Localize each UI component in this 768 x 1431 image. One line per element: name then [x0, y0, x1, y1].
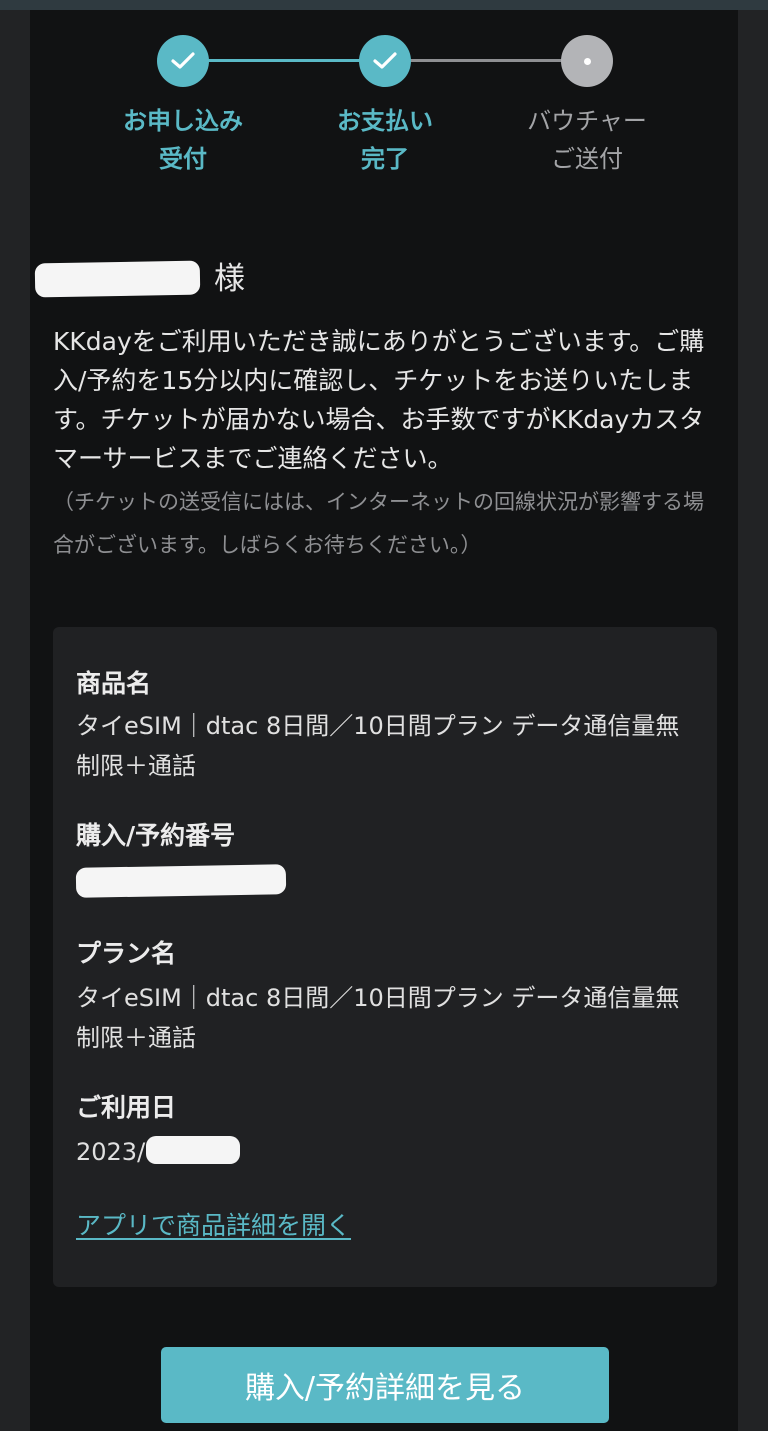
step-1-label: お申し込み 受付 — [83, 102, 283, 178]
step-1-indicator — [157, 35, 209, 87]
plan-name-label: プラン名 — [76, 939, 177, 968]
step-2-label-line1: お支払い — [337, 107, 433, 135]
step-3-label: バウチャー ご送付 — [487, 102, 687, 178]
order-number-label: 購入/予約番号 — [76, 821, 236, 850]
intro-message: KKdayをご利用いただき誠にありがとうございます。ご購入/予約を15分以内に確… — [53, 327, 705, 473]
stepper-line-pending — [385, 59, 587, 62]
step-2-indicator — [359, 35, 411, 87]
redacted-order-number — [75, 864, 287, 898]
honorific: 様 — [214, 261, 245, 297]
dot-icon — [583, 57, 591, 65]
product-name-label: 商品名 — [76, 669, 152, 698]
plan-name-value: タイeSIM｜dtac 8日間／10日間プラン データ通信量無制限＋通話 — [76, 984, 680, 1052]
stepper-line-complete — [183, 59, 385, 62]
step-2-label-line2: 完了 — [361, 145, 409, 173]
step-1-label-line2: 受付 — [159, 145, 207, 173]
view-order-details-button[interactable]: 購入/予約詳細を見る — [161, 1347, 609, 1423]
open-in-app-link[interactable]: アプリで商品詳細を開く — [76, 1207, 351, 1245]
step-3-label-line1: バウチャー — [527, 107, 647, 135]
check-icon — [171, 52, 195, 69]
step-3-indicator — [561, 35, 613, 87]
product-name-value: タイeSIM｜dtac 8日間／10日間プラン データ通信量無制限＋通話 — [76, 712, 680, 780]
redacted-customer-name — [34, 260, 201, 298]
redacted-usage-date — [146, 1136, 240, 1164]
step-3-label-line2: ご送付 — [551, 145, 623, 173]
status-bar — [0, 0, 768, 10]
step-2-label: お支払い 完了 — [285, 102, 485, 178]
check-icon — [373, 52, 397, 69]
delivery-note: （チケットの送受信にはは、インターネットの回線状況が影響する場合がございます。し… — [53, 490, 704, 557]
usage-date-label: ご利用日 — [76, 1093, 177, 1122]
step-1-label-line1: お申し込み — [123, 107, 243, 135]
usage-date-value: 2023/ — [76, 1138, 146, 1166]
